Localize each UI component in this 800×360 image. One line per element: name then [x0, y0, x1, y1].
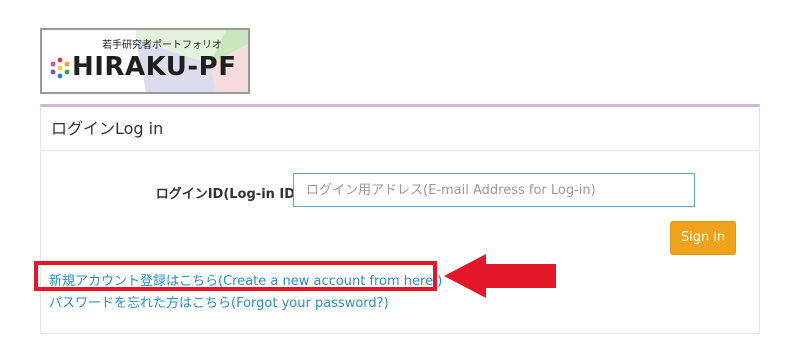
left-arrow-icon: [444, 254, 556, 298]
panel-heading: ログインLog in: [41, 107, 759, 151]
sign-in-button[interactable]: Sign in: [670, 221, 736, 255]
logo-tagline: 若手研究者ポートフォリオ: [102, 40, 222, 51]
login-id-input[interactable]: [293, 173, 695, 207]
login-id-label: ログインID(Log-in ID): [155, 187, 301, 202]
login-panel: ログインLog in ログインID(Log-in ID) Sign in 新規ア…: [40, 104, 760, 334]
hiraku-pf-logo[interactable]: 若手研究者ポートフォリオ HIRAKU-PF: [40, 28, 250, 94]
annotation-highlight-box: [34, 261, 437, 291]
logo-wordmark: HIRAKU-PF: [72, 52, 237, 82]
flower-dots-icon: [50, 57, 70, 79]
forgot-password-link[interactable]: パスワードを忘れた方はこちら(Forgot your password?): [49, 292, 389, 311]
